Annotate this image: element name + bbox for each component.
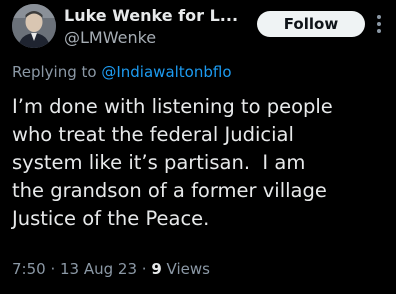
author-avatar[interactable] (12, 4, 56, 48)
avatar-photo (12, 4, 56, 48)
tweet-date[interactable]: 13 Aug 23 (60, 260, 137, 278)
meta-separator: · (137, 260, 152, 278)
meta-separator: · (45, 260, 60, 278)
tweet-metadata: 7:50 · 13 Aug 23 · 9 Views (12, 259, 210, 279)
tweet-time[interactable]: 7:50 (12, 260, 46, 278)
follow-button[interactable]: Follow (257, 11, 365, 37)
replying-to-mention-link[interactable]: @Indiawaltonbflo (101, 63, 231, 81)
author-handle[interactable]: @LMWenke (64, 28, 156, 48)
author-display-name[interactable]: Luke Wenke for L... (64, 6, 244, 26)
replying-to-prefix: Replying to (12, 63, 97, 81)
views-count: 9 (151, 260, 162, 278)
views-label: Views (166, 260, 210, 278)
more-options-icon[interactable] (374, 12, 384, 36)
replying-to-line: Replying to @Indiawaltonbflo (12, 62, 232, 82)
tweet-text: I’m done with listening to people who tr… (12, 95, 333, 230)
